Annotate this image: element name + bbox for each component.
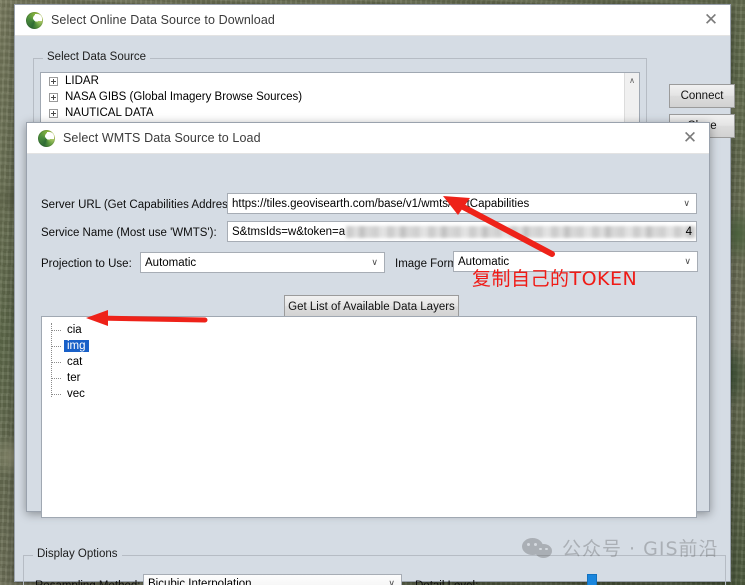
data-source-label: LIDAR (65, 75, 99, 87)
outer-close-icon[interactable]: ✕ (696, 6, 726, 35)
resampling-method-select[interactable]: Bicubic Interpolation ∨ (143, 574, 402, 585)
resampling-method-label: Resampling Method: (35, 580, 140, 585)
available-layers-listbox[interactable]: cia img cat ter vec (41, 316, 697, 518)
service-name-input[interactable]: S&tmsIds=w&token=a 4 (227, 221, 697, 242)
expand-plus-icon[interactable] (49, 92, 58, 102)
layer-list-item-selected[interactable]: img (42, 338, 696, 354)
service-name-value-prefix: S&tmsIds=w&token=a (232, 225, 346, 238)
projection-select[interactable]: Automatic ∨ (140, 252, 385, 273)
chevron-down-icon: ∨ (683, 198, 690, 209)
data-source-row[interactable]: LIDAR (41, 73, 639, 89)
layer-label: ter (67, 372, 81, 384)
layer-list-item[interactable]: cia (42, 322, 696, 338)
service-name-value-suffix: 4 (685, 225, 692, 238)
chevron-down-icon: ∨ (388, 579, 395, 585)
projection-value: Automatic (145, 256, 197, 269)
tree-dash-icon (51, 330, 61, 331)
data-source-row[interactable]: NASA GIBS (Global Imagery Browse Sources… (41, 89, 639, 105)
display-options-legend: Display Options (33, 548, 122, 560)
layer-list-item[interactable]: cat (42, 354, 696, 370)
outer-dialog-titlebar: Select Online Data Source to Download ✕ (15, 5, 730, 36)
tree-dash-icon (51, 378, 61, 379)
detail-level-slider-thumb[interactable] (587, 574, 597, 585)
server-url-input[interactable]: https://tiles.geovisearth.com/base/v1/wm… (227, 193, 697, 214)
inner-dialog-title: Select WMTS Data Source to Load (63, 131, 261, 145)
server-url-value: https://tiles.geovisearth.com/base/v1/wm… (232, 197, 530, 210)
scroll-up-icon[interactable]: ∧ (625, 73, 639, 88)
get-list-of-available-data-layers-button[interactable]: Get List of Available Data Layers (284, 295, 459, 318)
expand-plus-icon[interactable] (49, 108, 58, 118)
data-source-label: NASA GIBS (Global Imagery Browse Sources… (65, 91, 303, 103)
data-source-row[interactable]: NAUTICAL DATA (41, 105, 639, 121)
chevron-down-icon: ∨ (371, 257, 378, 268)
server-url-label: Server URL (Get Capabilities Address): (41, 199, 241, 211)
select-data-source-legend: Select Data Source (43, 51, 151, 63)
tree-dash-icon (51, 346, 61, 347)
resampling-method-value: Bicubic Interpolation (148, 578, 252, 585)
tree-dash-icon (51, 394, 61, 395)
layer-list-item[interactable]: vec (42, 386, 696, 402)
redacted-token-blur (346, 225, 696, 238)
layer-list-item[interactable]: ter (42, 370, 696, 386)
inner-dialog-titlebar: Select WMTS Data Source to Load ✕ (27, 123, 709, 154)
layer-label: img (64, 340, 89, 352)
data-source-label: NAUTICAL DATA (65, 107, 154, 119)
inner-close-icon[interactable]: ✕ (675, 124, 705, 153)
tree-dash-icon (51, 362, 61, 363)
token-annotation-text: 复制自己的TOKEN (472, 268, 638, 290)
service-name-label: Service Name (Most use 'WMTS'): (41, 227, 217, 239)
connect-button[interactable]: Connect (669, 84, 735, 108)
global-mapper-icon (26, 11, 43, 29)
layer-label: vec (67, 388, 85, 400)
projection-label: Projection to Use: (41, 258, 132, 270)
select-wmts-data-source-dialog: Select WMTS Data Source to Load ✕ Server… (26, 122, 710, 518)
expand-plus-icon[interactable] (49, 76, 58, 86)
layer-label: cat (67, 356, 83, 368)
global-mapper-icon (38, 129, 55, 147)
chevron-down-icon: ∨ (684, 256, 691, 267)
outer-dialog-title: Select Online Data Source to Download (51, 13, 275, 27)
layer-label: cia (67, 324, 82, 336)
